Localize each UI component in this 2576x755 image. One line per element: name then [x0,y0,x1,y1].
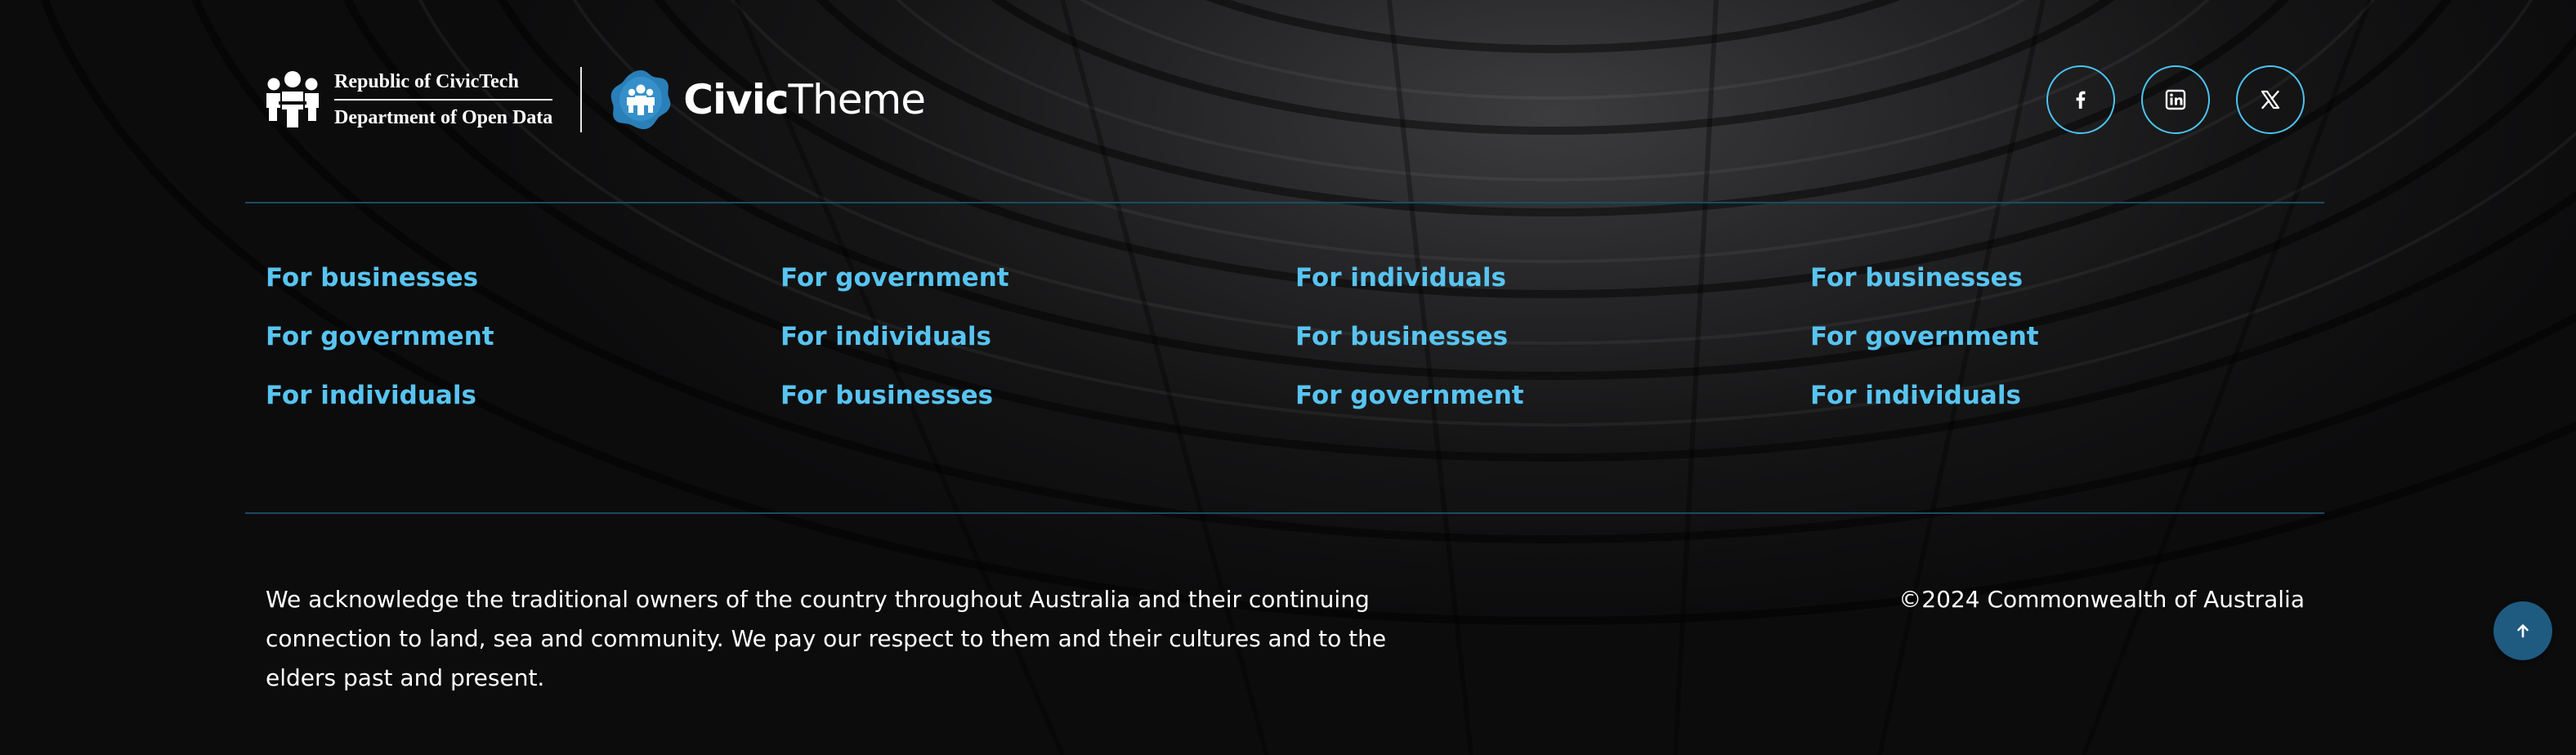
arrow-up-icon [2517,624,2529,638]
footer-nav-link[interactable]: For businesses [780,379,1295,412]
footer-nav-link[interactable]: For individuals [1295,261,1810,294]
copyright-notice: ©2024 Commonwealth of Australia [1898,586,2305,613]
footer-nav-column-3: For individuals For businesses For gover… [1295,261,1810,438]
footer-nav-link[interactable]: For government [1810,320,2325,353]
footer-container: Republic of CivicTech Department of Open… [245,0,2324,755]
site-footer: Republic of CivicTech Department of Open… [0,0,2576,755]
civictheme-wordmark-light: Theme [788,76,926,123]
linkedin-icon [2165,89,2186,110]
footer-nav-link[interactable]: For businesses [266,261,780,294]
back-to-top-button[interactable] [2493,601,2552,660]
footer-nav-column-2: For government For individuals For busin… [780,261,1295,438]
people-group-icon [266,71,319,127]
footer-nav-link[interactable]: For individuals [780,320,1295,353]
footer-nav-link[interactable]: For businesses [1295,320,1810,353]
civictheme-wordmark: CivicTheme [683,76,926,123]
acknowledgement-of-country: We acknowledge the traditional owners of… [266,586,1387,691]
civictheme-logo-link[interactable]: CivicTheme [610,69,926,131]
footer-nav-link[interactable]: For government [1295,379,1810,412]
civictheme-badge-icon [610,70,671,129]
civictheme-wordmark-bold: Civic [683,76,789,123]
footer-navigation: For businesses For government For indivi… [266,261,2325,438]
x-twitter-icon [2261,90,2280,109]
footer-nav-link[interactable]: For individuals [1810,379,2325,412]
facebook-icon [2076,91,2086,109]
footer-nav-link[interactable]: For individuals [266,379,780,412]
footer-divider-top [245,202,2324,203]
social-links [2046,65,2305,134]
government-name: Republic of CivicTech Department of Open… [334,69,553,130]
government-logo-link[interactable]: Republic of CivicTech Department of Open… [266,69,553,130]
x-twitter-link[interactable] [2236,65,2305,134]
linkedin-link[interactable] [2141,65,2210,134]
footer-divider-bottom [245,512,2324,514]
footer-nav-column-1: For businesses For government For indivi… [266,261,780,438]
government-name-line2: Department of Open Data [334,107,553,128]
footer-nav-link[interactable]: For government [780,261,1295,294]
brand-divider [580,67,583,132]
brand-logos: Republic of CivicTech Department of Open… [266,65,926,134]
footer-nav-column-4: For businesses For government For indivi… [1810,261,2325,438]
government-name-line1: Republic of CivicTech [334,69,553,101]
footer-nav-link[interactable]: For businesses [1810,261,2325,294]
facebook-link[interactable] [2046,65,2115,134]
footer-nav-link[interactable]: For government [266,320,780,353]
